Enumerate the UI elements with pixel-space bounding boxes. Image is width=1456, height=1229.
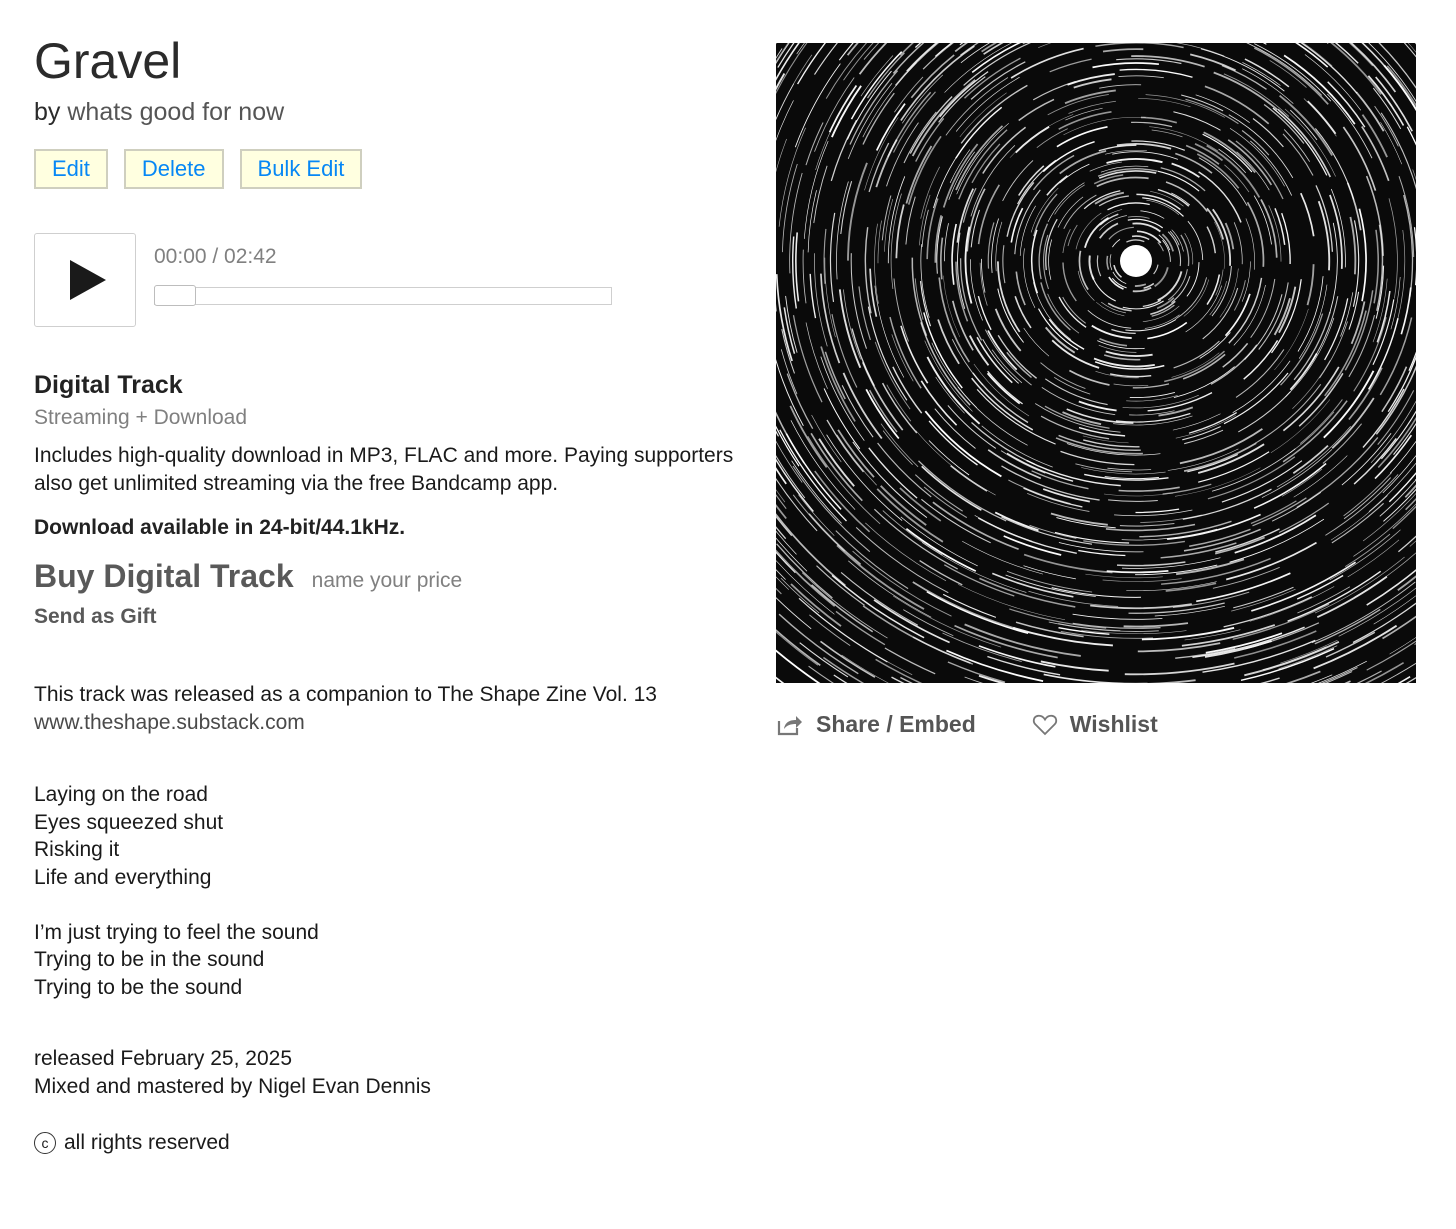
audio-player: 00:00 / 02:42: [34, 233, 734, 327]
buy-digital-track-link[interactable]: Buy Digital Track: [34, 558, 294, 595]
lyric-line: Risking it: [34, 838, 120, 861]
by-prefix: by: [34, 98, 61, 126]
heart-icon: [1032, 714, 1057, 735]
wishlist-button[interactable]: Wishlist: [1032, 711, 1158, 738]
byline: by whats good for now: [34, 98, 734, 127]
price-note: name your price: [311, 569, 463, 592]
about-section: This track was released as a companion t…: [34, 681, 734, 737]
share-icon: [777, 715, 802, 735]
wishlist-label: Wishlist: [1069, 711, 1158, 737]
copyright-icon: c: [34, 1132, 56, 1154]
lyric-line: Eyes squeezed shut: [34, 810, 224, 834]
album-art[interactable]: [776, 43, 1416, 683]
edit-button[interactable]: Edit: [34, 149, 108, 189]
admin-toolbar: Edit Delete Bulk Edit: [34, 149, 734, 189]
about-link[interactable]: www.theshape.substack.com: [34, 709, 734, 737]
lyric-line: I’m just trying to feel the sound: [34, 920, 319, 944]
share-embed-button[interactable]: Share / Embed: [776, 711, 976, 738]
about-text: This track was released as a companion t…: [34, 683, 657, 706]
download-note: Download available in 24-bit/44.1kHz.: [34, 516, 406, 539]
mix-credit: Mixed and mastered by Nigel Evan Dennis: [34, 1075, 431, 1098]
format-subtitle: Streaming + Download: [34, 406, 248, 429]
license-text: all rights reserved: [64, 1131, 230, 1154]
track-title: Gravel: [34, 33, 182, 89]
format-description: Includes high-quality download in MP3, F…: [34, 444, 734, 495]
share-row: Share / Embed Wishlist: [776, 711, 1418, 738]
time-display: 00:00 / 02:42: [154, 245, 277, 268]
delete-button[interactable]: Delete: [123, 149, 224, 189]
format-title: Digital Track: [34, 371, 183, 399]
credits: released February 25, 2025 Mixed and mas…: [34, 1045, 734, 1101]
art-column: Share / Embed Wishlist: [776, 43, 1418, 738]
release-date: released February 25, 2025: [34, 1047, 292, 1070]
lyrics-stanza: Laying on the road Eyes squeezed shut Ri…: [34, 781, 734, 891]
send-as-gift-link[interactable]: Send as Gift: [34, 605, 734, 629]
play-icon: [70, 260, 106, 300]
progress-bar[interactable]: [154, 285, 612, 306]
track-info-column: Gravel by whats good for now Edit Delete…: [34, 30, 734, 1155]
license: c all rights reserved: [34, 1131, 734, 1155]
lyric-line: Laying on the road: [34, 783, 208, 806]
lyric-line: Trying to be in the sound: [34, 948, 265, 971]
artist-link[interactable]: whats good for now: [67, 98, 284, 126]
bulk-edit-button[interactable]: Bulk Edit: [239, 149, 363, 189]
lyric-line: Life and everything: [34, 865, 212, 889]
lyric-line: Trying to be the sound: [34, 975, 243, 999]
lyrics-stanza: I’m just trying to feel the sound Trying…: [34, 919, 734, 1002]
buy-row: Buy Digital Track name your price: [34, 558, 734, 595]
lyrics: Laying on the road Eyes squeezed shut Ri…: [34, 781, 734, 1001]
play-button[interactable]: [34, 233, 136, 327]
share-embed-label: Share / Embed: [816, 711, 976, 737]
player-controls: 00:00 / 02:42: [154, 233, 612, 306]
progress-handle[interactable]: [154, 285, 196, 306]
